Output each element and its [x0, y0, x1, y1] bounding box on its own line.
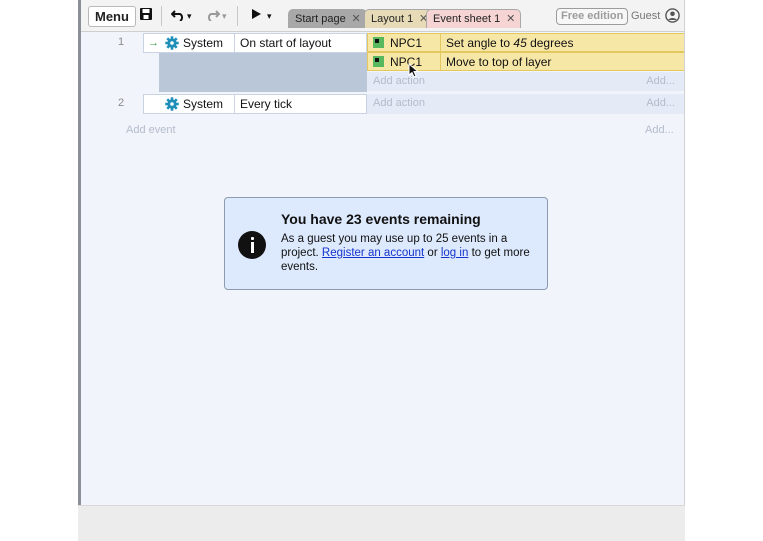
action-text: Set angle to 45 degrees: [446, 36, 574, 50]
action-divider: [440, 34, 441, 51]
status-bar: [78, 505, 685, 541]
event-2-condition[interactable]: System Every tick: [143, 94, 367, 114]
screenshot-stage: Menu ▾ ▾ ▾ Start page ✕ Layout 1 ✕ Event…: [0, 0, 763, 541]
close-icon[interactable]: ✕: [352, 10, 361, 28]
undo-icon[interactable]: [170, 7, 186, 25]
save-icon[interactable]: [139, 7, 153, 25]
event-1-condition-area[interactable]: [159, 53, 367, 92]
mouse-cursor-icon: [408, 62, 420, 78]
free-edition-badge[interactable]: Free edition: [556, 8, 629, 25]
guest-label[interactable]: Guest: [631, 10, 660, 22]
tab-label: Event sheet 1: [433, 13, 501, 25]
system-gear-icon: [165, 36, 179, 50]
undo-dropdown-icon[interactable]: ▾: [187, 7, 192, 25]
notice-body: As a guest you may use up to 25 events i…: [281, 233, 530, 273]
event-1-action-1[interactable]: NPC1 Set angle to 45 degrees: [367, 33, 685, 52]
close-icon[interactable]: ✕: [506, 10, 515, 28]
event-number: 2: [117, 97, 125, 109]
tab-label: Start page: [295, 13, 346, 25]
add-more-link[interactable]: Add...: [646, 94, 675, 113]
tab-label: Layout 1: [371, 13, 414, 25]
info-icon: [238, 231, 266, 259]
trigger-arrow-icon: →: [148, 37, 159, 49]
events-remaining-notice: You have 23 events remaining As a guest …: [224, 197, 548, 290]
menu-button[interactable]: Menu: [88, 6, 136, 27]
tab-start-page[interactable]: Start page ✕: [288, 9, 367, 28]
log-in-link[interactable]: log in: [441, 247, 469, 259]
add-event-link[interactable]: Add event: [126, 121, 176, 140]
condition-divider: [234, 95, 235, 113]
add-action-link[interactable]: Add action: [373, 94, 425, 113]
add-more-link[interactable]: Add...: [646, 72, 675, 91]
action-text: Move to top of layer: [446, 55, 552, 69]
condition-object: System: [183, 36, 224, 50]
add-event-more-link[interactable]: Add...: [645, 121, 674, 140]
window-edge: [684, 0, 685, 505]
user-account-icon[interactable]: [665, 8, 680, 23]
tab-event-sheet-1[interactable]: Event sheet 1 ✕: [426, 9, 522, 28]
system-gear-icon: [165, 97, 179, 111]
action-divider: [440, 53, 441, 70]
condition-divider: [234, 34, 235, 52]
tab-layout-1[interactable]: Layout 1 ✕: [364, 9, 435, 28]
toolbar-separator: [237, 6, 238, 26]
notice-title: You have 23 events remaining: [281, 211, 481, 227]
condition-object: System: [183, 97, 224, 111]
play-dropdown-icon[interactable]: ▾: [267, 7, 272, 25]
toolbar-separator: [161, 6, 162, 26]
sprite-object-icon: [373, 37, 384, 48]
event-2-add-action-row[interactable]: Add action Add...: [367, 94, 685, 114]
redo-icon[interactable]: [205, 7, 221, 25]
event-1-condition[interactable]: → System On start of layout: [143, 33, 367, 53]
main-toolbar: Menu ▾ ▾ ▾ Start page ✕ Layout 1 ✕ Event…: [81, 0, 685, 32]
play-icon[interactable]: [251, 7, 262, 25]
sprite-object-icon: [373, 56, 384, 67]
condition-text: On start of layout: [240, 36, 332, 50]
redo-dropdown-icon[interactable]: ▾: [222, 7, 227, 25]
register-account-link[interactable]: Register an account: [322, 247, 424, 259]
condition-text: Every tick: [240, 97, 293, 111]
action-value: 45: [513, 36, 527, 50]
action-object: NPC1: [390, 36, 423, 50]
event-number: 1: [117, 36, 125, 48]
construct-editor: Menu ▾ ▾ ▾ Start page ✕ Layout 1 ✕ Event…: [78, 0, 685, 505]
